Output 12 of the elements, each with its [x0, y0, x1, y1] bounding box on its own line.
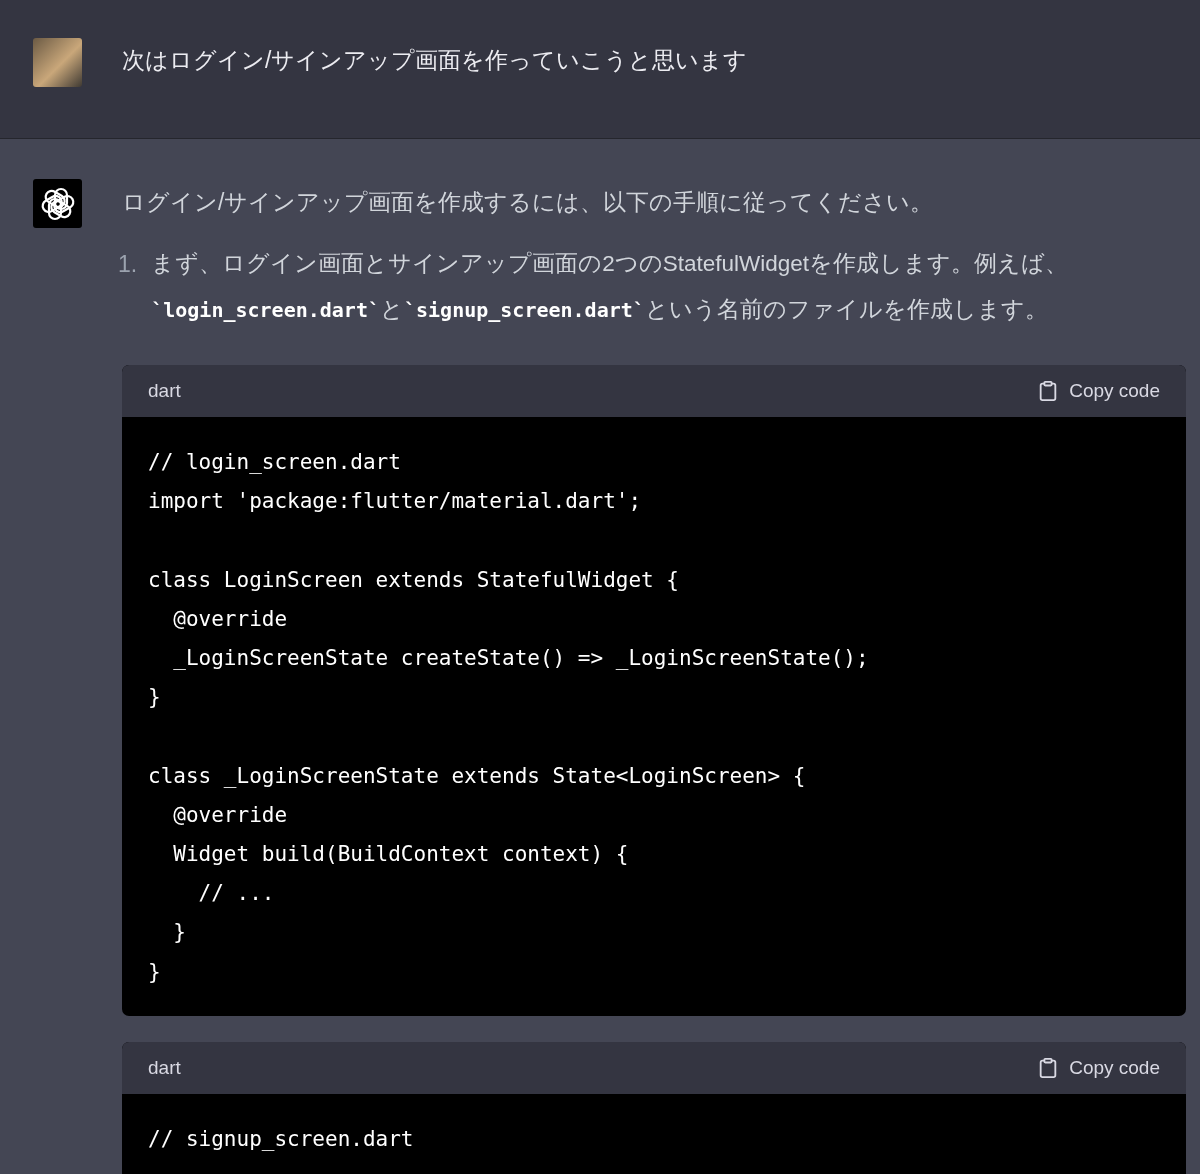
code-language: dart	[148, 380, 181, 402]
assistant-message: ログイン/サインアップ画面を作成するには、以下の手順に従ってください。	[122, 188, 935, 217]
list-number: 1.	[118, 250, 138, 279]
logo-icon	[40, 186, 75, 221]
list-item-text: まず、ログイン画面とサインアップ画面の2つのStatefulWidgetを作成します。例えば、 `login_screen.dart`と`signup_screen.dart`という名前のファイルを作成します。	[151, 250, 1070, 324]
code-language: dart	[148, 1056, 181, 1079]
copy-code-button[interactable]: Copy code	[1037, 1056, 1160, 1079]
copy-code-button[interactable]: Copy code	[1037, 380, 1160, 402]
code-text: // signup_screen.dart	[147, 1125, 415, 1153]
user-message: 次はログイン/サインアップ画面を作っていこうと思います	[122, 46, 748, 75]
photo-placeholder	[33, 38, 82, 87]
code-text: // login_screen.dart import 'package:flutter/material.dart'; class LoginScreen extends StatefulWidget { @override _LoginScreenState createState() => _LoginScreenState(); } class _LoginScreenState extends State<LoginScreen> { @override Widget build(BuildContext context) { // ... } }	[147, 449, 870, 986]
